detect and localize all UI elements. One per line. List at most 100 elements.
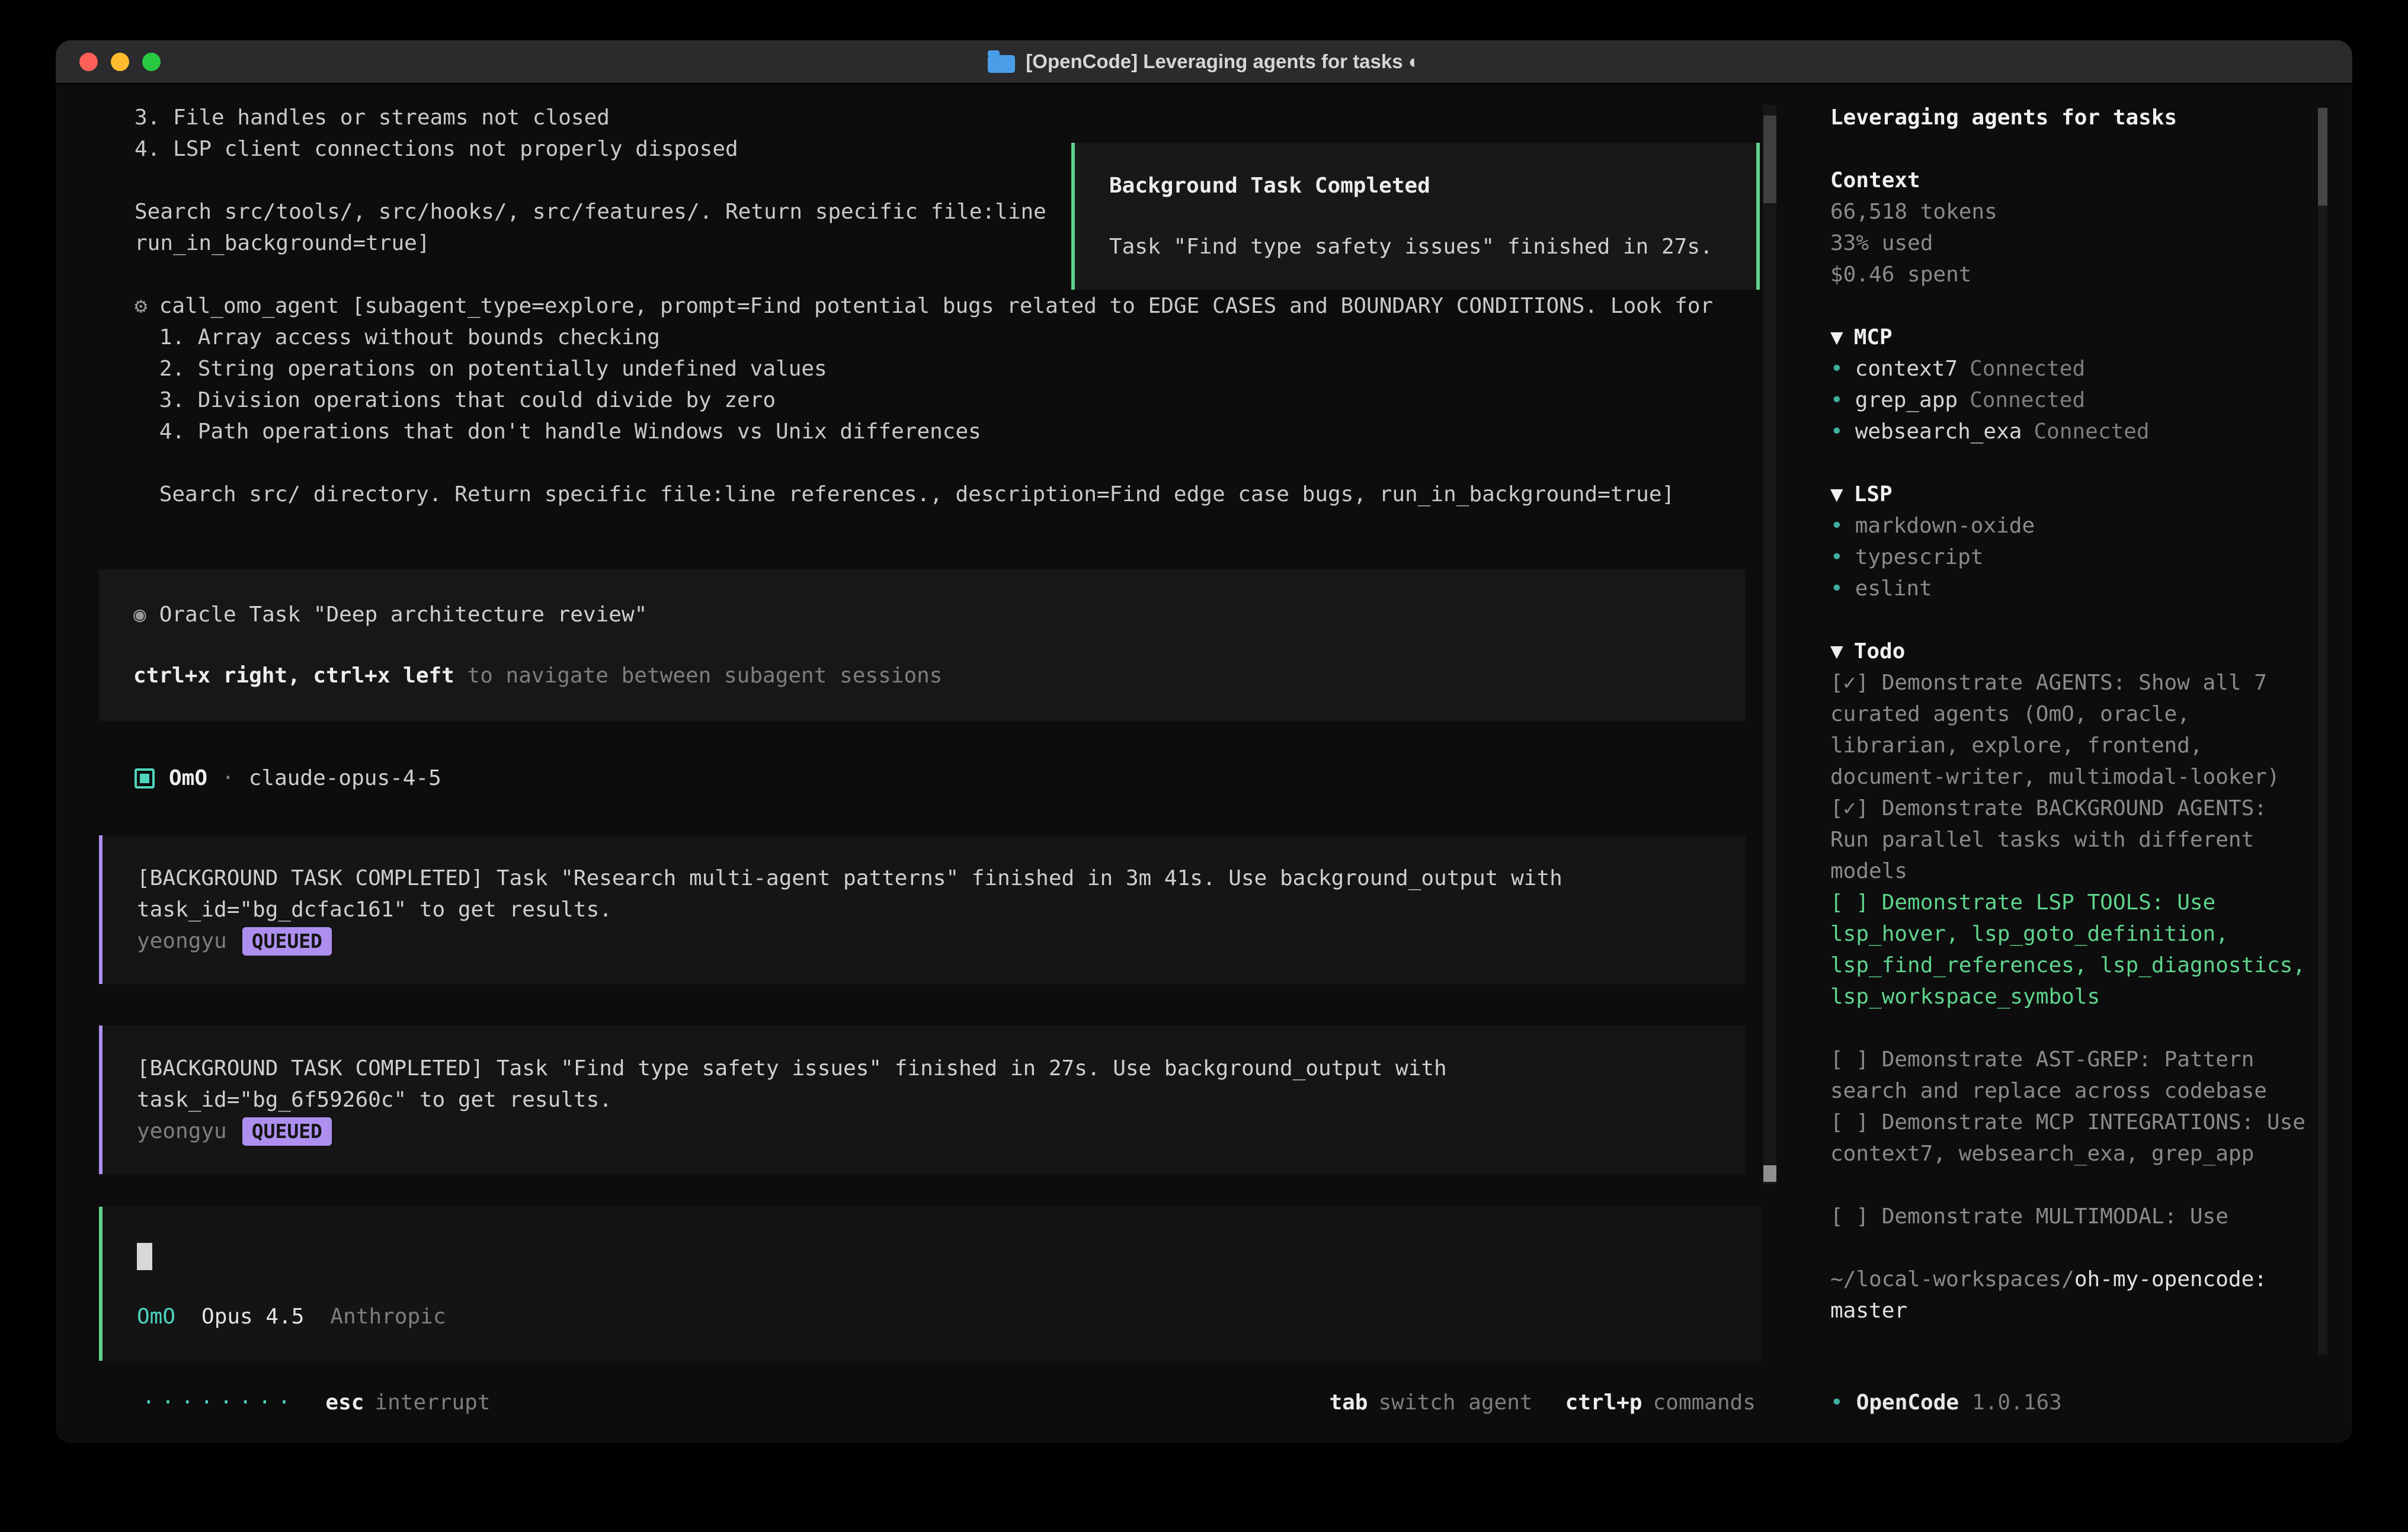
task-message-card: [BACKGROUND TASK COMPLETED] Task "Resear… bbox=[99, 835, 1746, 984]
todo-item: [✓] Demonstrate AGENTS: Show all 7 curat… bbox=[1830, 667, 2311, 793]
lsp-item: • markdown-oxide bbox=[1830, 510, 2311, 541]
oracle-task-card[interactable]: ◉ Oracle Task "Deep architecture review"… bbox=[99, 569, 1746, 721]
chat-scrollbar-thumb[interactable] bbox=[1763, 116, 1776, 203]
mcp-status: Connected bbox=[1970, 357, 2085, 381]
sidebar-scrollbar[interactable] bbox=[2318, 108, 2327, 1354]
context-used: 33% used bbox=[1830, 227, 2311, 259]
bullet-icon: • bbox=[1830, 573, 1843, 604]
lsp-item: • typescript bbox=[1830, 541, 2311, 573]
lsp-item: • eslint bbox=[1830, 573, 2311, 604]
todo-heading: Todo bbox=[1854, 636, 1906, 667]
esc-hint: esc interrupt bbox=[325, 1387, 490, 1418]
window-title-text: [OpenCode] Leveraging agents for tasks ◐ bbox=[1026, 50, 1420, 73]
app-brand: OpenCode bbox=[1856, 1387, 1959, 1418]
bullet-icon: • bbox=[1830, 384, 1843, 416]
task-author: yeongyu bbox=[137, 1116, 227, 1147]
mcp-section: ▼ MCP • context7 Connected • grep_app Conn… bbox=[1830, 322, 2311, 447]
collapse-triangle-icon[interactable]: ▼ bbox=[1830, 479, 1843, 510]
spinner-dots-icon: ········ bbox=[142, 1387, 297, 1418]
gear-icon: ⚙ bbox=[135, 290, 148, 510]
background-task-toast[interactable]: Background Task Completed Task "Find typ… bbox=[1071, 143, 1760, 290]
task-message-text: [BACKGROUND TASK COMPLETED] Task "Resear… bbox=[137, 863, 1711, 925]
chat-scrollbar-marker bbox=[1763, 1165, 1776, 1182]
todo-section-header[interactable]: ▼ Todo bbox=[1830, 636, 2311, 667]
tab-label: switch agent bbox=[1378, 1387, 1532, 1418]
record-icon: ◉ bbox=[133, 599, 146, 630]
todo-item: [ ] Demonstrate AST-GREP: Pattern search… bbox=[1830, 1044, 2311, 1107]
lsp-name: typescript bbox=[1855, 541, 1984, 573]
lsp-heading: LSP bbox=[1854, 479, 1893, 510]
oracle-hint-text: to navigate between subagent sessions bbox=[454, 664, 943, 688]
queued-badge: QUEUED bbox=[242, 927, 332, 956]
tab-hint: tab switch agent bbox=[1329, 1387, 1532, 1418]
traffic-lights bbox=[79, 40, 161, 83]
workspace-branch: master bbox=[1830, 1295, 2311, 1326]
mcp-name: context7 bbox=[1855, 357, 1958, 381]
agent-checkbox-icon bbox=[135, 768, 155, 789]
task-author: yeongyu bbox=[137, 925, 227, 957]
prompt-input[interactable]: OmO Opus 4.5 Anthropic bbox=[99, 1207, 1762, 1361]
lsp-name: markdown-oxide bbox=[1855, 510, 2035, 541]
status-bar: ········ esc interrupt tab switch agent … bbox=[99, 1381, 1776, 1443]
context-section: Context 66,518 tokens 33% used $0.46 spe… bbox=[1830, 165, 2311, 290]
mcp-item: • websearch_exaConnected bbox=[1830, 416, 2311, 447]
mcp-item: • grep_app Connected bbox=[1830, 384, 2311, 416]
zoom-window-button[interactable] bbox=[142, 53, 161, 71]
todo-item: [ ] Demonstrate MCP INTEGRATIONS: Use co… bbox=[1830, 1107, 2311, 1169]
window-titlebar[interactable]: [OpenCode] Leveraging agents for tasks ◐ bbox=[56, 40, 2352, 84]
bullet-icon: • bbox=[1830, 510, 1843, 541]
chat-scrollbar[interactable] bbox=[1763, 105, 1776, 1184]
folder-icon bbox=[988, 55, 1015, 73]
input-agent-name: OmO bbox=[137, 1301, 175, 1332]
context-spent: $0.46 spent bbox=[1830, 259, 2311, 290]
esc-label: interrupt bbox=[374, 1387, 490, 1418]
workspace-repo: oh-my-opencode: bbox=[2074, 1267, 2267, 1291]
commands-key: ctrl+p bbox=[1565, 1387, 1642, 1418]
oracle-hint: ctrl+x right, ctrl+x left to navigate be… bbox=[133, 660, 1711, 691]
mcp-item: • context7 Connected bbox=[1830, 353, 2311, 384]
chat-main-area: 3. File handles or streams not closed 4.… bbox=[56, 84, 1776, 1443]
todo-item: [ ] Demonstrate LSP TOOLS: Use lsp_hover… bbox=[1830, 887, 2311, 1012]
todo-item: [ ] Demonstrate MULTIMODAL: Use bbox=[1830, 1201, 2311, 1232]
oracle-hint-keys: ctrl+x right, ctrl+x left bbox=[133, 664, 454, 688]
lsp-section: ▼ LSP • markdown-oxide • typescript • es… bbox=[1830, 479, 2311, 604]
bullet-icon: • bbox=[1830, 1387, 1843, 1418]
bullet-icon: • bbox=[1830, 541, 1843, 573]
tab-key: tab bbox=[1329, 1387, 1368, 1418]
commands-hint: ctrl+p commands bbox=[1565, 1387, 1756, 1418]
bullet-icon: • bbox=[1830, 353, 1843, 384]
lsp-section-header[interactable]: ▼ LSP bbox=[1830, 479, 2311, 510]
app-version-footer: • OpenCode 1.0.163 bbox=[1830, 1387, 2311, 1418]
session-sidebar: Leveraging agents for tasks Context 66,5… bbox=[1776, 84, 2352, 1443]
tool-call-text: call_omo_agent [subagent_type=explore, p… bbox=[159, 290, 1714, 510]
collapse-triangle-icon[interactable]: ▼ bbox=[1830, 636, 1843, 667]
mcp-status: Connected bbox=[1970, 388, 2085, 412]
mcp-name: grep_app bbox=[1855, 388, 1958, 412]
session-title: Leveraging agents for tasks bbox=[1830, 102, 2311, 133]
window-title: [OpenCode] Leveraging agents for tasks ◐ bbox=[988, 50, 1420, 73]
task-message-text: [BACKGROUND TASK COMPLETED] Task "Find t… bbox=[137, 1053, 1711, 1116]
mcp-name: websearch_exa bbox=[1855, 419, 2022, 444]
context-heading: Context bbox=[1830, 165, 2311, 196]
input-provider-name: Anthropic bbox=[330, 1301, 446, 1332]
text-cursor bbox=[137, 1243, 152, 1270]
app-version: 1.0.163 bbox=[1972, 1387, 2062, 1418]
mcp-section-header[interactable]: ▼ MCP bbox=[1830, 322, 2311, 353]
minimize-window-button[interactable] bbox=[111, 53, 129, 71]
terminal-window: [OpenCode] Leveraging agents for tasks ◐… bbox=[56, 40, 2352, 1443]
agent-header: OmO · claude-opus-4-5 bbox=[135, 762, 1776, 794]
workspace-path: ~/local-workspaces/oh-my-opencode: maste… bbox=[1830, 1264, 2311, 1326]
commands-label: commands bbox=[1653, 1387, 1756, 1418]
collapse-triangle-icon[interactable]: ▼ bbox=[1830, 322, 1843, 353]
lsp-name: eslint bbox=[1855, 573, 1932, 604]
agent-separator: · bbox=[222, 762, 235, 794]
tool-call-line: ⚙ call_omo_agent [subagent_type=explore,… bbox=[135, 290, 1723, 510]
sidebar-scrollbar-thumb[interactable] bbox=[2318, 108, 2327, 206]
mcp-heading: MCP bbox=[1854, 322, 1893, 353]
close-window-button[interactable] bbox=[79, 53, 98, 71]
workspace-prefix: ~/local-workspaces/ bbox=[1830, 1267, 2074, 1291]
agent-name: OmO bbox=[169, 762, 207, 794]
input-line[interactable] bbox=[137, 1240, 1728, 1271]
esc-key: esc bbox=[325, 1387, 364, 1418]
task-message-card: [BACKGROUND TASK COMPLETED] Task "Find t… bbox=[99, 1025, 1746, 1174]
